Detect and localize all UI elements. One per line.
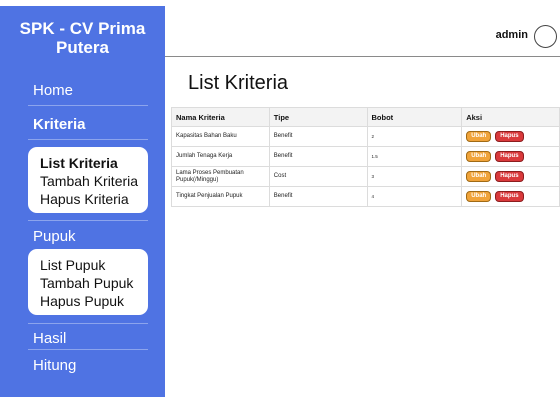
brand-title: SPK - CV Prima Putera — [19, 19, 146, 57]
cell-bobot: 3 — [366, 166, 463, 187]
table-row: Tingkat Penjualan Pupuk Benefit 4 Ubah Ha… — [171, 186, 560, 207]
top-header: admin — [165, 6, 560, 57]
table-row: Kapasitas Bahan Baku Benefit 2 Ubah Hapus — [171, 126, 560, 147]
submenu-list-pupuk[interactable]: List Pupuk — [40, 256, 148, 274]
table-header-row: Nama Kriteria Tipe Bobot Aksi — [171, 107, 560, 127]
nav-pupuk[interactable]: Pupuk — [33, 228, 76, 245]
delete-button[interactable]: Hapus — [495, 131, 524, 142]
nav-hasil[interactable]: Hasil — [33, 330, 66, 347]
delete-button[interactable]: Hapus — [495, 151, 524, 162]
cell-tipe: Benefit — [268, 126, 368, 147]
cell-bobot: 2 — [366, 126, 463, 147]
submenu-list-kriteria[interactable]: List Kriteria — [40, 154, 148, 172]
cell-nama: Lama Proses Pembuatan Pupuk(/Minggu) — [171, 166, 270, 187]
cell-aksi: Ubah Hapus — [461, 186, 560, 207]
nav-home[interactable]: Home — [33, 82, 73, 99]
kriteria-submenu: List Kriteria Tambah Kriteria Hapus Krit… — [28, 147, 148, 213]
cell-bobot: 1.5 — [366, 146, 463, 167]
submenu-tambah-kriteria[interactable]: Tambah Kriteria — [40, 172, 148, 190]
kriteria-table: Nama Kriteria Tipe Bobot Aksi Kapasitas … — [171, 107, 560, 207]
submenu-tambah-pupuk[interactable]: Tambah Pupuk — [40, 274, 148, 292]
edit-button[interactable]: Ubah — [466, 151, 492, 162]
column-header-aksi: Aksi — [461, 107, 560, 127]
edit-button[interactable]: Ubah — [466, 131, 492, 142]
divider — [28, 323, 148, 324]
cell-aksi: Ubah Hapus — [461, 146, 560, 167]
cell-bobot: 4 — [366, 186, 463, 207]
edit-button[interactable]: Ubah — [466, 171, 492, 182]
avatar[interactable] — [534, 25, 557, 48]
column-header-nama: Nama Kriteria — [171, 107, 270, 127]
divider — [28, 105, 148, 106]
cell-nama: Kapasitas Bahan Baku — [171, 126, 270, 147]
edit-button[interactable]: Ubah — [466, 191, 492, 202]
sidebar: SPK - CV Prima Putera Home Kriteria List… — [0, 6, 165, 397]
divider — [28, 220, 148, 221]
delete-button[interactable]: Hapus — [495, 171, 524, 182]
cell-tipe: Benefit — [268, 186, 368, 207]
page-title: List Kriteria — [188, 72, 289, 94]
divider — [28, 139, 148, 140]
cell-nama: Tingkat Penjualan Pupuk — [171, 186, 270, 207]
table-row: Jumlah Tenaga Kerja Benefit 1.5 Ubah Hapu… — [171, 146, 560, 167]
column-header-bobot: Bobot — [366, 107, 463, 127]
submenu-hapus-pupuk[interactable]: Hapus Pupuk — [40, 292, 148, 310]
nav-kriteria[interactable]: Kriteria — [33, 116, 86, 133]
cell-tipe: Benefit — [268, 146, 368, 167]
cell-nama: Jumlah Tenaga Kerja — [171, 146, 270, 167]
divider — [28, 349, 148, 350]
delete-button[interactable]: Hapus — [495, 191, 524, 202]
column-header-tipe: Tipe — [268, 107, 368, 127]
cell-aksi: Ubah Hapus — [461, 166, 560, 187]
nav-hitung[interactable]: Hitung — [33, 357, 76, 374]
username-label: admin — [495, 29, 528, 41]
cell-aksi: Ubah Hapus — [461, 126, 560, 147]
table-row: Lama Proses Pembuatan Pupuk(/Minggu) Cos… — [171, 166, 560, 187]
pupuk-submenu: List Pupuk Tambah Pupuk Hapus Pupuk — [28, 249, 148, 315]
cell-tipe: Cost — [268, 166, 368, 187]
submenu-hapus-kriteria[interactable]: Hapus Kriteria — [40, 190, 148, 208]
